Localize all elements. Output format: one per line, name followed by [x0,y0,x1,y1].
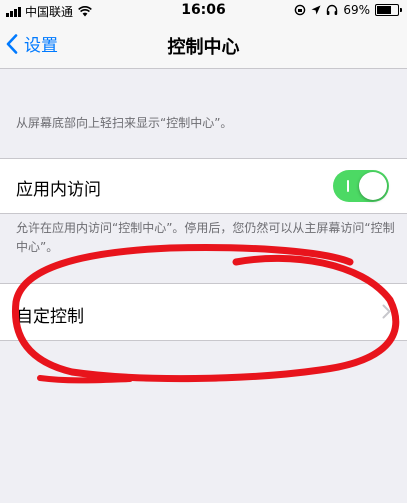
headphones-icon [327,4,338,15]
battery-percent: 69% [343,3,370,17]
chevron-right-icon [382,304,391,319]
battery-icon [375,4,402,16]
access-within-apps-row: 应用内访问 [0,158,407,214]
customize-controls-row[interactable]: 自定控制 [0,283,407,341]
customize-controls-label: 自定控制 [16,307,84,327]
status-bar: 中国联通 16:06 69% [0,0,407,22]
rotation-lock-icon [295,4,306,16]
swipe-hint-note: 从屏幕底部向上轻扫来显示“控制中心”。 [16,116,233,130]
access-within-apps-label: 应用内访问 [16,180,101,200]
nav-bar: 设置 控制中心 [0,22,407,69]
location-icon [311,5,321,15]
toggle-knob [359,172,387,200]
access-description-note: 允许在应用内访问“控制中心”。停用后，您仍然可以从主屏幕访问“控制中心”。 [16,221,395,254]
toggle-on-indicator [347,180,349,192]
battery-fill [377,6,391,14]
page-title: 控制中心 [167,37,240,58]
access-within-apps-toggle[interactable] [333,170,389,202]
